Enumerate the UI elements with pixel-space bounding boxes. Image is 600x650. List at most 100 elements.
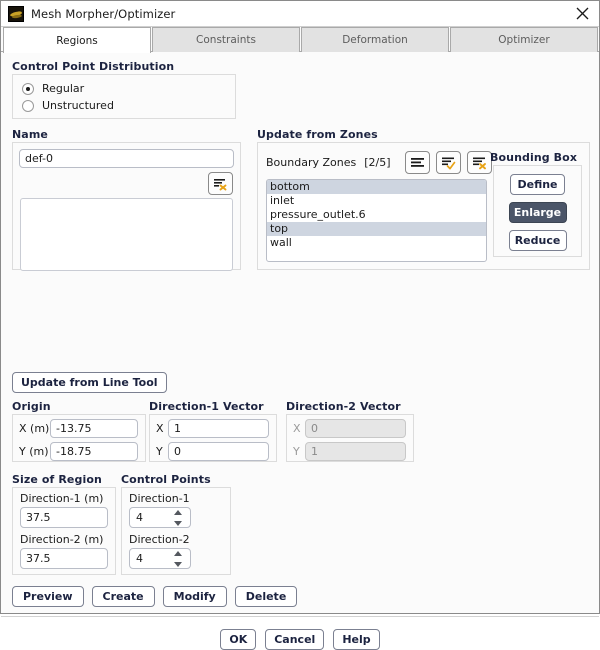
list-item[interactable]: wall (267, 236, 486, 250)
update-from-zones-group: Boundary Zones [2/5] bottom inlet pressu… (257, 142, 590, 270)
direction1-vector-title: Direction-1 Vector (149, 400, 264, 413)
modify-button-label: Modify (173, 590, 216, 603)
list-item[interactable]: inlet (267, 194, 486, 208)
direction1-vector-group: X 1 Y 0 (149, 414, 277, 462)
direction1-x-value: 1 (174, 422, 181, 435)
radio-regular[interactable] (22, 82, 34, 95)
direction2-vector-title: Direction-2 Vector (286, 400, 401, 413)
direction2-x-label: X (293, 422, 301, 435)
delete-button[interactable]: Delete (234, 586, 298, 607)
define-button-label: Define (517, 178, 558, 191)
tab-regions-label: Regions (56, 34, 98, 47)
control-points-direction1-value: 4 (136, 511, 143, 524)
tab-bar: Regions Constraints Deformation Optimize… (1, 27, 599, 53)
list-item[interactable]: top (267, 222, 486, 236)
control-points-direction2-value: 4 (136, 552, 143, 565)
origin-y-label: Y (m) (19, 445, 49, 458)
list-item[interactable]: bottom (267, 180, 486, 194)
tab-constraints[interactable]: Constraints (152, 27, 300, 52)
tab-constraints-label: Constraints (196, 34, 256, 46)
direction2-y-label: Y (293, 445, 300, 458)
control-points-group: Direction-1 4 Direction-2 4 (121, 487, 231, 575)
name-list[interactable] (20, 198, 233, 271)
tab-regions[interactable]: Regions (3, 27, 151, 53)
modify-button[interactable]: Modify (162, 586, 227, 607)
size-direction2-value: 37.5 (26, 552, 51, 565)
direction2-x-value: 0 (311, 422, 318, 435)
boundary-zones-count: [2/5] (364, 156, 391, 169)
direction2-x-input: 0 (305, 419, 406, 438)
radio-unstructured[interactable] (22, 99, 34, 112)
size-direction2-input[interactable]: 37.5 (20, 548, 108, 569)
name-group: def-0 (12, 142, 241, 271)
control-points-direction2-stepper[interactable]: 4 (129, 548, 191, 569)
define-button[interactable]: Define (510, 174, 565, 195)
direction1-y-input[interactable]: 0 (168, 442, 269, 461)
radio-unstructured-label: Unstructured (42, 99, 114, 112)
select-all-shown-icon[interactable] (404, 151, 430, 174)
origin-x-input[interactable]: -13.75 (50, 419, 138, 438)
boundary-zones-list[interactable]: bottom inlet pressure_outlet.6 top wall (266, 179, 487, 262)
preview-button-label: Preview (23, 590, 73, 603)
size-direction2-label: Direction-2 (m) (20, 533, 104, 546)
preview-button[interactable]: Preview (12, 586, 84, 607)
footer-buttons: OK Cancel Help (1, 629, 599, 650)
control-point-distribution-group: Regular Unstructured (12, 74, 236, 119)
origin-y-value: -18.75 (56, 445, 92, 458)
cancel-button[interactable]: Cancel (265, 629, 325, 650)
direction1-y-value: 0 (174, 445, 181, 458)
window-title: Mesh Morpher/Optimizer (31, 6, 176, 21)
size-direction1-input[interactable]: 37.5 (20, 507, 108, 528)
titlebar: Mesh Morpher/Optimizer (1, 1, 599, 27)
delete-button-label: Delete (245, 590, 287, 603)
size-of-region-group: Direction-1 (m) 37.5 Direction-2 (m) 37.… (12, 487, 116, 575)
reduce-button[interactable]: Reduce (508, 230, 567, 251)
boundary-zones-label: Boundary Zones (266, 156, 357, 169)
direction2-vector-group: X 0 Y 1 (286, 414, 414, 462)
deselect-all-icon[interactable] (466, 151, 492, 174)
tab-optimizer-label: Optimizer (498, 34, 550, 46)
name-input-value: def-0 (25, 152, 53, 165)
radio-row-regular[interactable]: Regular (22, 80, 235, 97)
direction2-y-input: 1 (305, 442, 406, 461)
tab-deformation[interactable]: Deformation (301, 27, 449, 52)
tab-optimizer[interactable]: Optimizer (450, 27, 598, 52)
close-icon[interactable] (571, 3, 593, 25)
direction2-y-value: 1 (311, 445, 318, 458)
create-button[interactable]: Create (91, 586, 155, 607)
radio-row-unstructured[interactable]: Unstructured (22, 97, 235, 114)
update-from-line-tool-button[interactable]: Update from Line Tool (12, 372, 167, 393)
direction1-x-label: X (156, 422, 164, 435)
tab-deformation-label: Deformation (342, 34, 408, 46)
reduce-button-label: Reduce (514, 234, 561, 247)
cancel-button-label: Cancel (274, 633, 316, 646)
mesh-morpher-icon (8, 5, 24, 22)
help-button[interactable]: Help (333, 629, 380, 650)
name-input[interactable]: def-0 (19, 149, 234, 168)
control-points-direction2-label: Direction-2 (129, 533, 190, 546)
control-points-title: Control Points (121, 473, 211, 486)
origin-group: X (m) -13.75 Y (m) -18.75 (12, 414, 146, 462)
origin-y-input[interactable]: -18.75 (50, 442, 138, 461)
stepper-arrows-icon[interactable] (174, 510, 183, 526)
enlarge-button-label: Enlarge (513, 206, 562, 219)
size-of-region-title: Size of Region (12, 473, 102, 486)
select-all-icon[interactable] (435, 151, 461, 174)
list-item[interactable]: pressure_outlet.6 (267, 208, 486, 222)
stepper-arrows-icon[interactable] (174, 551, 183, 567)
mesh-morpher-dialog: Mesh Morpher/Optimizer Regions Constrain… (0, 0, 600, 650)
control-point-distribution-title: Control Point Distribution (12, 60, 175, 73)
origin-x-label: X (m) (19, 422, 50, 435)
direction1-x-input[interactable]: 1 (168, 419, 269, 438)
footer-divider (1, 616, 599, 617)
enlarge-button[interactable]: Enlarge (508, 202, 567, 223)
size-direction1-value: 37.5 (26, 511, 51, 524)
regions-panel: Control Point Distribution Regular Unstr… (1, 52, 599, 650)
control-points-direction1-stepper[interactable]: 4 (129, 507, 191, 528)
ok-button[interactable]: OK (220, 629, 257, 650)
help-button-label: Help (342, 633, 371, 646)
radio-regular-label: Regular (42, 82, 85, 95)
region-action-buttons: Preview Create Modify Delete (12, 586, 298, 607)
update-from-line-tool-label: Update from Line Tool (21, 376, 158, 389)
list-clear-icon[interactable] (208, 172, 233, 195)
